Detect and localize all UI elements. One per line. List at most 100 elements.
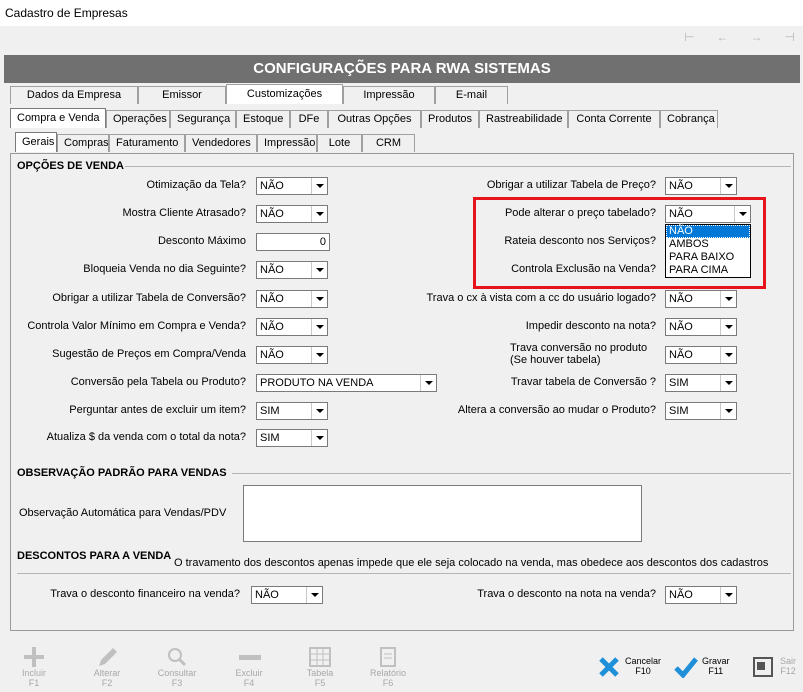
sub-tabs-2: Gerais Compras Faturamento Vendedores Im… — [15, 132, 415, 152]
desconto-financeiro-select[interactable]: NÃO — [251, 586, 323, 604]
tab-email[interactable]: E-mail — [435, 86, 508, 104]
option-label: Sugestão de Preços em Compra/Venda — [52, 348, 246, 360]
tab-dfe[interactable]: DFe — [290, 110, 328, 128]
tab-compras[interactable]: Compras — [57, 134, 109, 152]
chevron-down-icon[interactable] — [311, 347, 327, 363]
relatorio-button[interactable]: Relatório F6 — [358, 646, 418, 688]
tab-compra-venda[interactable]: Compra e Venda — [10, 108, 106, 128]
chevron-down-icon[interactable] — [720, 291, 736, 307]
section-title-opcoes: OPÇÕES DE VENDA — [17, 160, 124, 172]
last-record-button[interactable]: ⊣ — [785, 30, 795, 44]
chevron-down-icon[interactable] — [306, 587, 322, 603]
altera-conversao-select[interactable]: SIM — [665, 402, 737, 420]
chevron-down-icon[interactable] — [311, 319, 327, 335]
option-label: Mostra Cliente Atrasado? — [122, 207, 246, 219]
title-bar: Cadastro de Empresas — [0, 0, 803, 26]
chevron-down-icon[interactable] — [720, 403, 736, 419]
divider — [232, 473, 791, 474]
search-icon — [147, 646, 207, 668]
table-icon — [290, 646, 350, 668]
tabela-preco-select[interactable]: NÃO — [665, 177, 737, 195]
trava-cx-select[interactable]: NÃO — [665, 290, 737, 308]
checkmark-icon — [674, 656, 698, 680]
chevron-down-icon[interactable] — [420, 375, 436, 391]
tab-impressao[interactable]: Impressão — [343, 86, 435, 104]
desconto-financeiro-label: Trava o desconto financeiro na venda? — [50, 588, 240, 600]
first-record-button[interactable]: ⊢ — [684, 30, 694, 44]
minus-icon — [219, 646, 279, 668]
chevron-down-icon[interactable] — [311, 262, 327, 278]
plus-icon — [4, 646, 64, 668]
tab-rastreabilidade[interactable]: Rastreabilidade — [479, 110, 568, 128]
travar-tabela-select[interactable]: SIM — [665, 374, 737, 392]
alterar-button[interactable]: Alterar F2 — [77, 646, 137, 688]
sugestao-precos-select[interactable]: NÃO — [256, 346, 328, 364]
tab-cobranca[interactable]: Cobrança — [660, 110, 718, 128]
chevron-down-icon[interactable] — [311, 430, 327, 446]
next-record-button[interactable]: → — [751, 30, 763, 44]
impedir-desconto-select[interactable]: NÃO — [665, 318, 737, 336]
bloqueia-venda-select[interactable]: NÃO — [256, 261, 328, 279]
perguntar-excluir-select[interactable]: SIM — [256, 402, 328, 420]
tab-dados-empresa[interactable]: Dados da Empresa — [10, 86, 138, 104]
desconto-nota-label: Trava o desconto na nota na venda? — [477, 588, 656, 600]
desconto-maximo-input[interactable]: 0 — [256, 233, 330, 251]
excluir-button[interactable]: Excluir F4 — [219, 646, 279, 688]
chevron-down-icon[interactable] — [311, 403, 327, 419]
chevron-down-icon[interactable] — [311, 291, 327, 307]
desconto-nota-select[interactable]: NÃO — [665, 586, 737, 604]
record-navigation: ⊢ ← → ⊣ — [684, 30, 795, 44]
tab-gerais[interactable]: Gerais — [15, 132, 57, 152]
tabela-conversao-select[interactable]: NÃO — [256, 290, 328, 308]
dropdown-option[interactable]: PARA CIMA — [666, 264, 750, 277]
page-header: CONFIGURAÇÕES PARA RWA SISTEMAS — [4, 55, 800, 83]
tab-impressao-sub[interactable]: Impressão — [257, 134, 317, 152]
chevron-down-icon[interactable] — [720, 375, 736, 391]
pencil-icon — [77, 646, 137, 668]
option-label: Conversão pela Tabela ou Produto? — [70, 376, 246, 388]
tab-outras-opcoes[interactable]: Outras Opções — [328, 110, 421, 128]
tab-lote[interactable]: Lote — [317, 134, 362, 152]
tab-emissor[interactable]: Emissor — [138, 86, 226, 104]
divider — [125, 166, 791, 167]
dropdown-option[interactable]: AMBOS — [666, 238, 750, 251]
descontos-note: O travamento dos descontos apenas impede… — [174, 557, 769, 569]
tab-conta-corrente[interactable]: Conta Corrente — [568, 110, 660, 128]
close-icon — [598, 656, 620, 680]
option-label: Impedir desconto na nota? — [525, 320, 656, 332]
sub-tabs: Compra e Venda Operações Segurança Estoq… — [10, 108, 718, 128]
tab-crm[interactable]: CRM — [362, 134, 415, 152]
atualiza-total-select[interactable]: SIM — [256, 429, 328, 447]
option-label: Desconto Máximo — [157, 235, 246, 247]
tab-seguranca[interactable]: Segurança — [170, 110, 236, 128]
chevron-down-icon[interactable] — [720, 178, 736, 194]
option-label: Atualiza $ da venda com o total da nota? — [46, 431, 246, 443]
observacao-textarea[interactable] — [243, 485, 642, 542]
cliente-atrasado-select[interactable]: NÃO — [256, 205, 328, 223]
chevron-down-icon[interactable] — [311, 206, 327, 222]
consultar-button[interactable]: Consultar F3 — [147, 646, 207, 688]
tab-produtos[interactable]: Produtos — [421, 110, 479, 128]
dropdown-option[interactable]: NÃO — [666, 225, 750, 238]
dropdown-option[interactable]: PARA BAIXO — [666, 251, 750, 264]
conversao-tabela-select[interactable]: PRODUTO NA VENDA — [256, 374, 437, 392]
option-label: Bloqueia Venda no dia Seguinte? — [83, 263, 246, 275]
chevron-down-icon[interactable] — [311, 178, 327, 194]
tab-operacoes[interactable]: Operações — [106, 110, 170, 128]
tabela-button[interactable]: Tabela F5 — [290, 646, 350, 688]
tab-estoque[interactable]: Estoque — [236, 110, 290, 128]
tab-faturamento[interactable]: Faturamento — [109, 134, 185, 152]
previous-record-button[interactable]: ← — [717, 30, 729, 44]
chevron-down-icon[interactable] — [720, 319, 736, 335]
tab-vendedores[interactable]: Vendedores — [185, 134, 257, 152]
chevron-down-icon[interactable] — [720, 587, 736, 603]
preco-dropdown-list: NÃO AMBOS PARA BAIXO PARA CIMA — [665, 224, 751, 278]
otimizacao-select[interactable]: NÃO — [256, 177, 328, 195]
tab-customizacoes[interactable]: Customizações — [226, 84, 343, 104]
trava-conversao-select[interactable]: NÃO — [665, 346, 737, 364]
section-title-observacao: OBSERVAÇÃO PADRÃO PARA VENDAS — [17, 467, 227, 479]
option-label: Trava conversão no produto (Se houver ta… — [510, 342, 648, 366]
chevron-down-icon[interactable] — [720, 347, 736, 363]
valor-minimo-select[interactable]: NÃO — [256, 318, 328, 336]
incluir-button[interactable]: Incluir F1 — [4, 646, 64, 688]
